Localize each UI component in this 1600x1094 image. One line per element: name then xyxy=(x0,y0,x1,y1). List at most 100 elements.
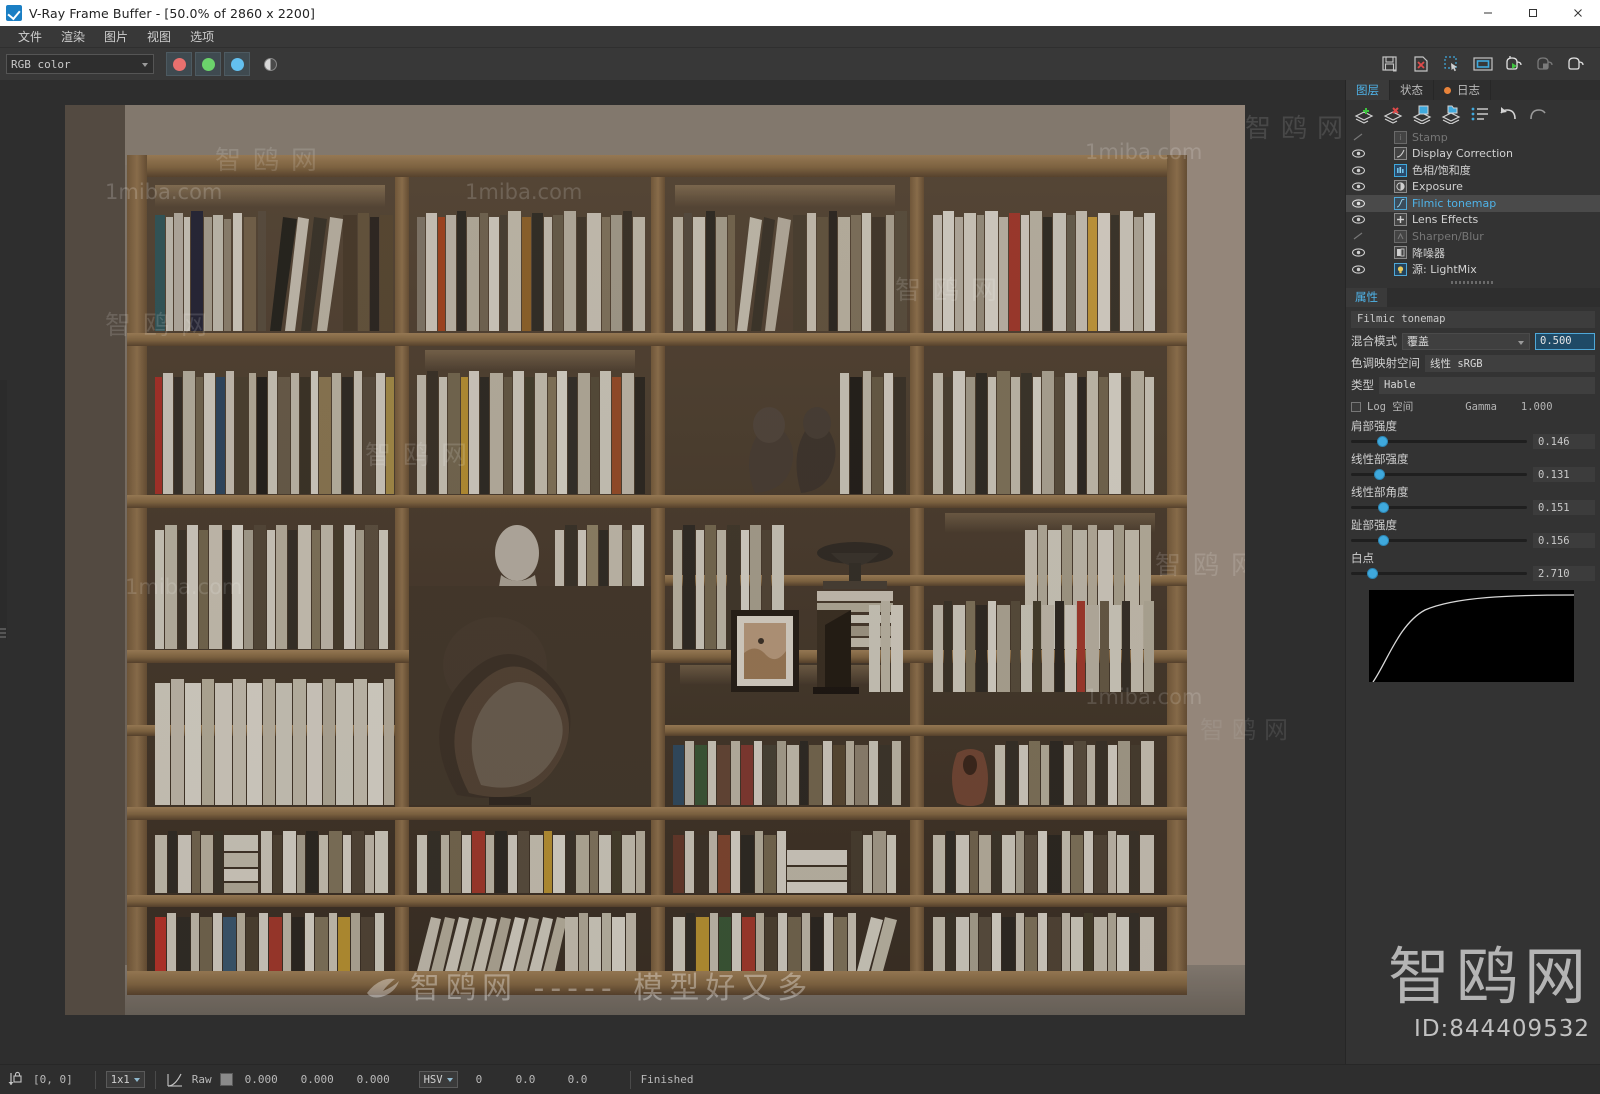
log-status-led-icon xyxy=(1444,86,1451,94)
sample-size-value: 1x1 xyxy=(110,1073,130,1086)
slider-track[interactable] xyxy=(1351,468,1527,480)
gamma-value[interactable]: 1.000 xyxy=(1521,401,1553,413)
slider-value[interactable]: 0.131 xyxy=(1533,467,1595,482)
layer-visibility-icon[interactable] xyxy=(1350,215,1366,224)
layer-list-icon[interactable] xyxy=(1466,102,1493,126)
save-layer-icon[interactable] xyxy=(1408,102,1435,126)
pixel-curve-icon[interactable] xyxy=(166,1072,184,1088)
sample-size-select[interactable]: 1x1 xyxy=(105,1071,145,1088)
layer-label: Sharpen/Blur xyxy=(1412,229,1484,243)
layer-visibility-off-icon[interactable] xyxy=(1350,231,1366,241)
slider-value[interactable]: 2.710 xyxy=(1533,566,1595,581)
menu-image[interactable]: 图片 xyxy=(95,26,137,47)
tab-log[interactable]: 日志 xyxy=(1434,80,1491,100)
tab-stats-label: 状态 xyxy=(1400,83,1423,97)
slider-value[interactable]: 0.151 xyxy=(1533,500,1595,515)
undo-icon[interactable] xyxy=(1495,102,1522,126)
layer-row-hue-saturation[interactable]: 色相/饱和度 xyxy=(1346,162,1600,179)
green-channel-button[interactable] xyxy=(195,52,221,76)
window-controls xyxy=(1465,0,1600,26)
log-space-checkbox[interactable] xyxy=(1351,401,1361,412)
render-stop-icon[interactable] xyxy=(1531,51,1559,77)
tonemap-space-value[interactable]: 线性 sRGB xyxy=(1425,354,1595,372)
slider-track[interactable] xyxy=(1351,501,1527,513)
watermark-brand-canvas: 智鸥网 xyxy=(1245,114,1345,144)
slider-track[interactable] xyxy=(1351,534,1527,546)
tab-layers-label: 图层 xyxy=(1356,83,1379,97)
save-image-icon[interactable] xyxy=(1376,51,1404,77)
menu-options[interactable]: 选项 xyxy=(181,26,223,47)
slider-track[interactable] xyxy=(1351,567,1527,579)
layer-visibility-icon[interactable] xyxy=(1350,248,1366,257)
layer-label: 源: LightMix xyxy=(1412,263,1477,277)
channel-buttons xyxy=(166,52,250,76)
layer-visibility-icon[interactable] xyxy=(1350,149,1366,158)
layer-row-denoiser[interactable]: 降噪器 xyxy=(1346,245,1600,262)
layer-toolbar xyxy=(1346,100,1600,128)
panel-splitter[interactable] xyxy=(1346,277,1600,288)
curve-icon xyxy=(1394,147,1407,161)
canvas-scroll-handle[interactable] xyxy=(0,628,6,640)
denoiser-icon xyxy=(1394,246,1407,260)
color-mode-select[interactable]: HSV xyxy=(418,1071,458,1088)
blue-channel-button[interactable] xyxy=(224,52,250,76)
panel-tabs: 图层 状态 日志 xyxy=(1346,80,1600,100)
view-fit-icon[interactable] xyxy=(1469,51,1497,77)
layer-visibility-icon[interactable] xyxy=(1350,199,1366,208)
redo-icon[interactable] xyxy=(1524,102,1551,126)
render-last-icon[interactable] xyxy=(1562,51,1590,77)
status-bar: [0, 0] 1x1 Raw 0.000 0.000 0.000 HSV 0 0… xyxy=(0,1064,1600,1094)
red-channel-button[interactable] xyxy=(166,52,192,76)
blend-mode-select[interactable]: 覆盖 xyxy=(1402,332,1530,350)
slider-track[interactable] xyxy=(1351,435,1527,447)
layer-visibility-icon[interactable] xyxy=(1350,182,1366,191)
rendered-image[interactable]: 智鸥网 1miba.com 1miba.com 1miba.com 智鸥网 智鸥… xyxy=(65,105,1245,1015)
layer-row-stamp[interactable]: i Stamp xyxy=(1346,129,1600,146)
maximize-button[interactable] xyxy=(1510,0,1555,26)
tonemap-space-label: 色调映射空间 xyxy=(1351,356,1420,370)
layer-visibility-icon[interactable] xyxy=(1350,265,1366,274)
layer-row-exposure[interactable]: Exposure xyxy=(1346,179,1600,196)
pin-lock-icon[interactable] xyxy=(8,1071,24,1088)
sharpen-blur-icon xyxy=(1394,229,1407,243)
image-canvas[interactable]: 智鸥网 1miba.com 1miba.com 1miba.com 智鸥网 智鸥… xyxy=(0,80,1345,1064)
blend-amount-input[interactable]: 0.500 xyxy=(1535,332,1595,350)
pixel-g-value: 0.000 xyxy=(300,1073,334,1086)
hsv-h-value: 0 xyxy=(475,1073,483,1086)
tab-stats[interactable]: 状态 xyxy=(1390,80,1434,100)
layer-row-lightmix-source[interactable]: 源: LightMix xyxy=(1346,261,1600,278)
load-layer-icon[interactable] xyxy=(1437,102,1464,126)
tab-log-label: 日志 xyxy=(1457,83,1480,97)
exposure-icon xyxy=(1394,180,1407,194)
monochrome-toggle[interactable] xyxy=(258,52,282,76)
layer-row-lens-effects[interactable]: Lens Effects xyxy=(1346,212,1600,229)
tab-layers[interactable]: 图层 xyxy=(1346,80,1390,100)
hue-sat-icon xyxy=(1394,163,1407,177)
tab-properties[interactable]: 属性 xyxy=(1346,287,1387,307)
layer-label: 色相/饱和度 xyxy=(1412,164,1471,178)
render-start-icon[interactable] xyxy=(1500,51,1528,77)
slider-value[interactable]: 0.146 xyxy=(1533,434,1595,449)
add-layer-icon[interactable] xyxy=(1350,102,1377,126)
properties-title: Filmic tonemap xyxy=(1351,310,1595,328)
slider-value[interactable]: 0.156 xyxy=(1533,533,1595,548)
layer-row-sharpen-blur[interactable]: Sharpen/Blur xyxy=(1346,228,1600,245)
main-body: 智鸥网 1miba.com 1miba.com 1miba.com 智鸥网 智鸥… xyxy=(0,80,1600,1064)
layer-row-display-correction[interactable]: Display Correction xyxy=(1346,146,1600,163)
chevron-down-icon xyxy=(142,63,148,67)
slider-shoulder-strength: 肩部强度 0.146 xyxy=(1351,418,1595,450)
type-value[interactable]: Hable xyxy=(1379,376,1595,394)
clear-image-icon[interactable] xyxy=(1407,51,1435,77)
channel-select[interactable]: RGB color xyxy=(6,54,154,74)
menu-file[interactable]: 文件 xyxy=(9,26,51,47)
delete-layer-icon[interactable] xyxy=(1379,102,1406,126)
close-button[interactable] xyxy=(1555,0,1600,26)
minimize-button[interactable] xyxy=(1465,0,1510,26)
layer-row-filmic-tonemap[interactable]: Filmic tonemap xyxy=(1346,195,1600,212)
menu-render[interactable]: 渲染 xyxy=(52,26,94,47)
layer-visibility-icon[interactable] xyxy=(1350,166,1366,175)
layer-visibility-off-icon[interactable] xyxy=(1350,132,1366,142)
menu-view[interactable]: 视图 xyxy=(138,26,180,47)
region-render-icon[interactable] xyxy=(1438,51,1466,77)
render-status: Finished xyxy=(640,1073,694,1086)
